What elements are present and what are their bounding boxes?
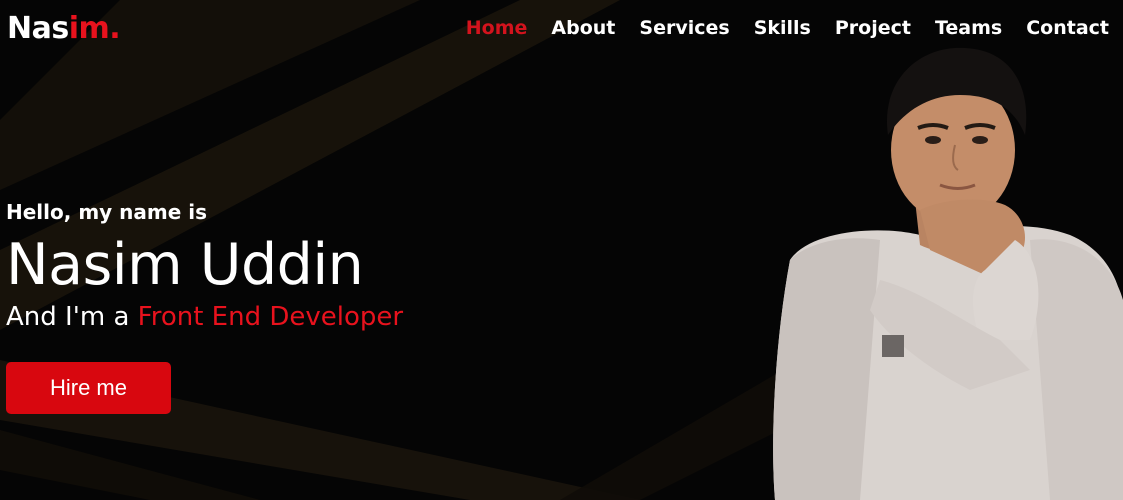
nav-links: Home About Services Skills Project Teams… (466, 17, 1109, 39)
nav-link-services[interactable]: Services (639, 17, 729, 39)
logo-text-primary: Nas (7, 10, 69, 46)
nav-link-teams[interactable]: Teams (935, 17, 1002, 39)
hero-section: Hello, my name is Nasim Uddin And I'm a … (6, 200, 403, 414)
nav-link-about[interactable]: About (551, 17, 615, 39)
logo-text-accent: im. (68, 10, 121, 46)
site-logo[interactable]: Nasim. (7, 10, 121, 46)
hero-role-prefix: And I'm a (6, 302, 138, 332)
hero-role: And I'm a Front End Developer (6, 302, 403, 332)
hire-me-button[interactable]: Hire me (6, 362, 171, 414)
hero-name: Nasim Uddin (6, 232, 364, 298)
hero-greeting: Hello, my name is (6, 200, 208, 224)
nav-link-home[interactable]: Home (466, 17, 528, 39)
hero-role-highlight: Front End Developer (137, 302, 404, 332)
nav-link-contact[interactable]: Contact (1026, 17, 1109, 39)
nav-link-project[interactable]: Project (835, 17, 911, 39)
person-portrait-image (773, 47, 1123, 500)
navbar: Nasim. Home About Services Skills Projec… (0, 0, 1123, 56)
nav-link-skills[interactable]: Skills (754, 17, 811, 39)
